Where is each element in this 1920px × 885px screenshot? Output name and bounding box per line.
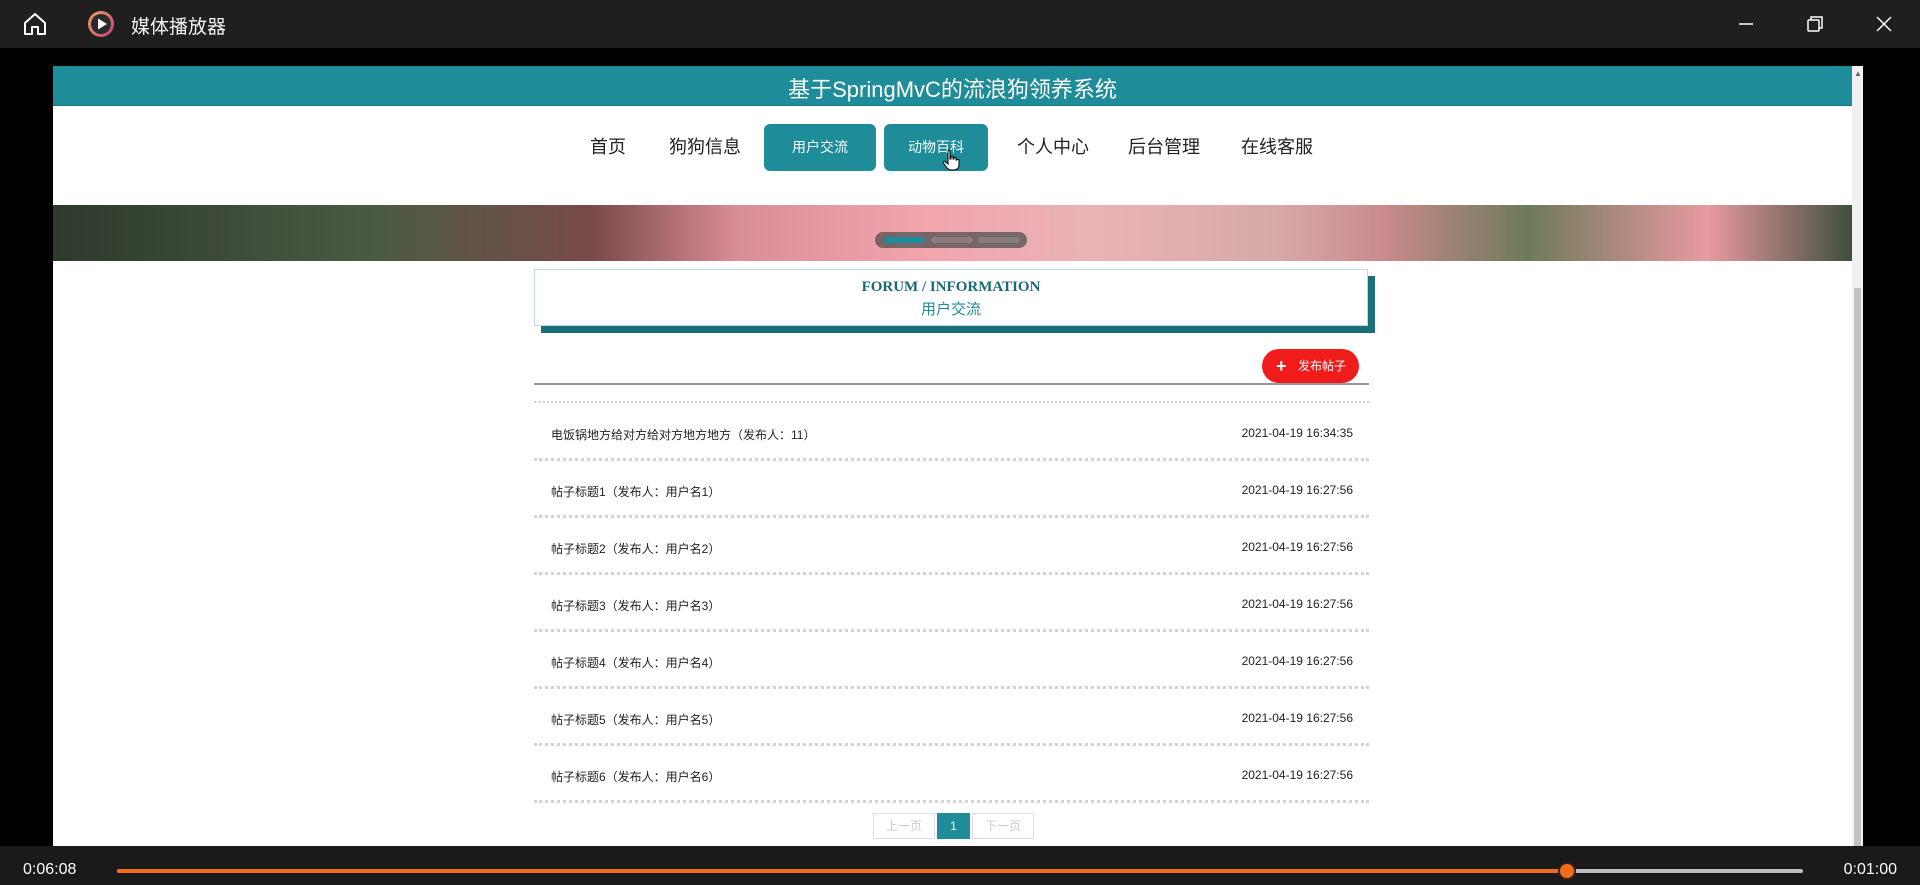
section-heading: FORUM / INFORMATION 用户交流 <box>534 269 1368 326</box>
post-row[interactable]: 帖子标题4（发布人：用户名4） 2021-04-19 16:27:56 <box>534 632 1369 689</box>
post-time: 2021-04-19 16:27:56 <box>1241 483 1353 497</box>
post-title[interactable]: 帖子标题4（发布人：用户名4） <box>551 654 720 671</box>
section-heading-cn: 用户交流 <box>920 301 981 318</box>
site-title: 基于SpringMvC的流浪狗领养系统 <box>788 77 1117 102</box>
post-time: 2021-04-19 16:27:56 <box>1241 540 1353 554</box>
post-title[interactable]: 帖子标题2（发布人：用户名2） <box>551 540 720 557</box>
window-title: 媒体播放器 <box>131 17 227 38</box>
restore-icon[interactable] <box>1803 12 1827 36</box>
post-row[interactable]: 帖子标题3（发布人：用户名3） 2021-04-19 16:27:56 <box>534 575 1369 632</box>
carousel-indicators <box>875 232 1027 248</box>
post-title[interactable]: 帖子标题6（发布人：用户名6） <box>551 768 720 785</box>
post-row[interactable]: 帖子标题1（发布人：用户名1） 2021-04-19 16:27:56 <box>534 461 1369 518</box>
page-number-current[interactable]: 1 <box>937 813 970 839</box>
seek-bar-progress <box>117 869 1567 873</box>
post-time: 2021-04-19 16:27:56 <box>1241 597 1353 611</box>
post-title[interactable]: 帖子标题3（发布人：用户名3） <box>551 597 720 614</box>
home-icon[interactable] <box>22 11 48 37</box>
carousel-dot[interactable] <box>931 237 973 243</box>
scrollbar-thumb[interactable] <box>1854 288 1861 846</box>
post-time: 2021-04-19 16:27:56 <box>1241 654 1353 668</box>
prev-page-button[interactable]: 上一页 <box>873 813 935 839</box>
minimize-icon[interactable] <box>1734 12 1758 36</box>
next-page-button[interactable]: 下一页 <box>972 813 1034 839</box>
banner-carousel[interactable] <box>53 205 1852 261</box>
nav-animal-wiki[interactable]: 动物百科 <box>884 124 988 171</box>
nav-home[interactable]: 首页 <box>573 124 643 171</box>
post-time: 2021-04-19 16:27:56 <box>1241 768 1353 782</box>
carousel-dot-active[interactable] <box>883 237 925 243</box>
plus-icon: + <box>1276 356 1287 376</box>
scroll-up-icon[interactable]: ▲ <box>1854 69 1862 78</box>
section-heading-en: FORUM / INFORMATION <box>861 279 1041 295</box>
hand-cursor-icon <box>942 149 960 171</box>
post-row[interactable]: 帖子标题6（发布人：用户名6） 2021-04-19 16:27:56 <box>534 746 1369 803</box>
divider <box>534 401 1369 403</box>
video-frame[interactable]: 基于SpringMvC的流浪狗领养系统 首页 狗狗信息 用户交流 动物百科 个人… <box>0 48 1920 846</box>
post-title[interactable]: 电饭锅地方给对方给对方地方地方（发布人：11） <box>551 426 815 443</box>
post-row[interactable]: 帖子标题2（发布人：用户名2） 2021-04-19 16:27:56 <box>534 518 1369 575</box>
playback-bar: 0:06:08 0:01:00 <box>0 846 1920 885</box>
seek-handle[interactable] <box>1557 862 1576 880</box>
post-time: 2021-04-19 16:27:56 <box>1241 711 1353 725</box>
elapsed-time: 0:06:08 <box>23 861 77 878</box>
close-icon[interactable] <box>1872 12 1896 36</box>
publish-post-button[interactable]: + 发布帖子 <box>1262 349 1359 383</box>
nav-dog-info[interactable]: 狗狗信息 <box>655 124 755 171</box>
nav-online-service[interactable]: 在线客服 <box>1227 124 1327 171</box>
divider <box>534 383 1369 385</box>
post-title[interactable]: 帖子标题1（发布人：用户名1） <box>551 483 720 500</box>
nav-admin[interactable]: 后台管理 <box>1114 124 1214 171</box>
carousel-dot[interactable] <box>978 237 1020 243</box>
play-circle-icon <box>88 11 114 37</box>
seek-bar[interactable] <box>117 862 1803 880</box>
post-time: 2021-04-19 16:34:35 <box>1241 426 1353 440</box>
page-scrollbar[interactable]: ▲ <box>1852 66 1863 846</box>
post-title[interactable]: 帖子标题5（发布人：用户名5） <box>551 711 720 728</box>
nav-user-forum[interactable]: 用户交流 <box>764 124 876 171</box>
site-header: 基于SpringMvC的流浪狗领养系统 <box>53 66 1852 106</box>
remaining-time: 0:01:00 <box>1843 861 1897 878</box>
web-page: 基于SpringMvC的流浪狗领养系统 首页 狗狗信息 用户交流 动物百科 个人… <box>53 66 1863 846</box>
title-bar: 媒体播放器 <box>0 0 1920 48</box>
nav-personal-center[interactable]: 个人中心 <box>1003 124 1103 171</box>
main-nav: 首页 狗狗信息 用户交流 动物百科 个人中心 后台管理 在线客服 <box>53 124 1852 172</box>
post-row[interactable]: 电饭锅地方给对方给对方地方地方（发布人：11） 2021-04-19 16:34… <box>534 404 1369 461</box>
post-row[interactable]: 帖子标题5（发布人：用户名5） 2021-04-19 16:27:56 <box>534 689 1369 746</box>
